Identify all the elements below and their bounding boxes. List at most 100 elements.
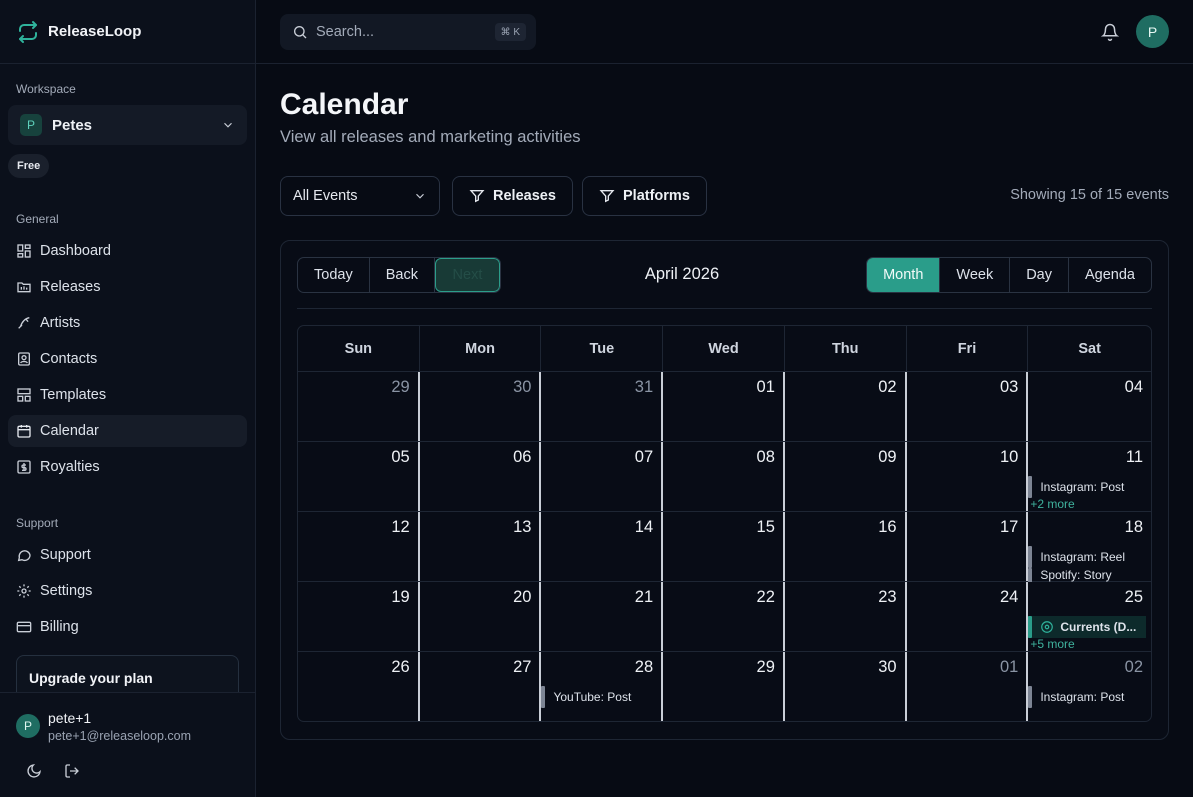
day-cell[interactable]: 25 Currents (D... +5 more (1028, 582, 1151, 651)
day-number: 15 (756, 518, 775, 536)
calendar-event[interactable]: Instagram: Post (1028, 686, 1146, 708)
sidebar-item-label: Calendar (40, 423, 99, 439)
calendar-card: Today Back Next April 2026 Month Week Da… (280, 240, 1169, 740)
more-events-link[interactable]: +5 more (1030, 637, 1074, 651)
avatar[interactable]: P (1136, 15, 1169, 48)
sidebar-item-settings[interactable]: Settings (8, 575, 247, 607)
sidebar-item-artists[interactable]: Artists (8, 307, 247, 339)
day-cell[interactable]: 12 (298, 512, 420, 581)
day-cell[interactable]: 30 (420, 372, 542, 441)
sidebar: ReleaseLoop Workspace P Petes Free Gener… (0, 0, 256, 797)
day-cell[interactable]: 10 (907, 442, 1029, 511)
workspace-label: Workspace (16, 82, 76, 96)
view-day-button[interactable]: Day (1010, 258, 1069, 292)
workspace-select[interactable]: P Petes (8, 105, 247, 145)
day-number: 06 (513, 448, 532, 466)
day-cell[interactable]: 26 (298, 652, 420, 721)
sidebar-item-contacts[interactable]: Contacts (8, 343, 247, 375)
day-cell[interactable]: 11 Instagram: Post +2 more (1028, 442, 1151, 511)
release-event[interactable]: Currents (D... (1028, 616, 1147, 638)
calendar-event[interactable]: Instagram: Reel (1028, 546, 1146, 568)
releases-filter-button[interactable]: Releases (452, 176, 573, 216)
logout-icon[interactable] (64, 763, 80, 779)
day-cell[interactable]: 06 (420, 442, 542, 511)
sidebar-item-label: Settings (40, 583, 93, 599)
day-cell[interactable]: 23 (785, 582, 907, 651)
day-cell[interactable]: 24 (907, 582, 1029, 651)
day-cell[interactable]: 01 (907, 652, 1029, 721)
sidebar-item-royalties[interactable]: Royalties (8, 451, 247, 483)
week-row: 12 13 14 15 16 17 18 Instagram: Reel Spotify: St… (298, 512, 1151, 582)
weekday-header-cell: Tue (541, 326, 664, 371)
day-cell[interactable]: 20 (420, 582, 542, 651)
page-title: Calendar (280, 88, 409, 121)
avatar[interactable]: P (16, 714, 40, 738)
day-cell[interactable]: 22 (663, 582, 785, 651)
day-cell[interactable]: 13 (420, 512, 542, 581)
day-cell[interactable]: 07 (541, 442, 664, 511)
search-icon (294, 26, 307, 39)
day-cell[interactable]: 28 YouTube: Post (541, 652, 664, 721)
day-cell[interactable]: 16 (785, 512, 907, 581)
calendar-event[interactable]: YouTube: Post (541, 686, 659, 708)
day-cell[interactable]: 15 (663, 512, 785, 581)
bell-icon[interactable] (1101, 23, 1119, 41)
moon-icon[interactable] (26, 763, 42, 779)
dashboard-icon (17, 244, 31, 258)
filter-icon (599, 190, 615, 203)
plan-badge: Free (8, 154, 50, 178)
support-label: Support (16, 516, 59, 530)
sidebar-item-templates[interactable]: Templates (8, 379, 247, 411)
sidebar-item-billing[interactable]: Billing (8, 611, 247, 643)
contact-icon (18, 352, 30, 366)
day-cell[interactable]: 04 (1028, 372, 1151, 441)
day-number: 20 (513, 588, 532, 606)
weekday-header-cell: Fri (907, 326, 1029, 371)
day-cell[interactable]: 02 Instagram: Post (1028, 652, 1151, 721)
divider (297, 308, 1152, 309)
general-label: General (16, 212, 59, 226)
day-cell[interactable]: 29 (663, 652, 785, 721)
sidebar-item-label: Artists (40, 315, 81, 331)
day-cell[interactable]: 09 (785, 442, 907, 511)
day-number: 18 (1124, 518, 1144, 536)
brand[interactable]: ReleaseLoop (0, 0, 255, 64)
view-month-button[interactable]: Month (867, 258, 941, 292)
sidebar-item-label: Contacts (40, 351, 98, 367)
day-cell[interactable]: 17 (907, 512, 1029, 581)
sidebar-item-calendar[interactable]: Calendar (8, 415, 247, 447)
day-cell[interactable]: 27 (420, 652, 542, 721)
day-cell[interactable]: 01 (663, 372, 785, 441)
chevron-down-icon (416, 193, 424, 199)
day-cell[interactable]: 08 (663, 442, 785, 511)
day-cell[interactable]: 21 (541, 582, 664, 651)
view-week-button[interactable]: Week (940, 258, 1011, 292)
day-number: 17 (999, 518, 1019, 536)
day-number: 16 (878, 518, 897, 536)
day-cell[interactable]: 02 (785, 372, 907, 441)
more-events-link[interactable]: +2 more (1030, 497, 1074, 511)
search-input[interactable]: Search... ⌘ K (280, 14, 536, 50)
view-agenda-button[interactable]: Agenda (1069, 258, 1151, 292)
sidebar-item-releases[interactable]: Releases (8, 271, 247, 303)
weekday-header-cell: Mon (420, 326, 542, 371)
day-cell[interactable]: 31 (541, 372, 664, 441)
day-cell[interactable]: 29 (298, 372, 420, 441)
event-type-select[interactable]: All Events (280, 176, 440, 216)
day-cell[interactable]: 30 (785, 652, 907, 721)
shortcut-hint: ⌘ K (494, 23, 526, 41)
platforms-filter-button[interactable]: Platforms (582, 176, 707, 216)
day-cell[interactable]: 19 (298, 582, 420, 651)
workspace-avatar: P (20, 114, 42, 136)
sidebar-item-label: Billing (40, 619, 79, 635)
day-cell[interactable]: 03 (907, 372, 1029, 441)
day-cell[interactable]: 05 (298, 442, 420, 511)
calendar-event[interactable]: Spotify: Story (1028, 568, 1146, 582)
support-nav: Support Settings Billing (8, 539, 247, 647)
sidebar-item-dashboard[interactable]: Dashboard (8, 235, 247, 267)
day-cell[interactable]: 14 (541, 512, 664, 581)
calendar-event[interactable]: Instagram: Post (1028, 476, 1146, 498)
day-cell[interactable]: 18 Instagram: Reel Spotify: Story (1028, 512, 1151, 582)
weekday-header-cell: Sun (298, 326, 420, 371)
sidebar-item-support[interactable]: Support (8, 539, 247, 571)
